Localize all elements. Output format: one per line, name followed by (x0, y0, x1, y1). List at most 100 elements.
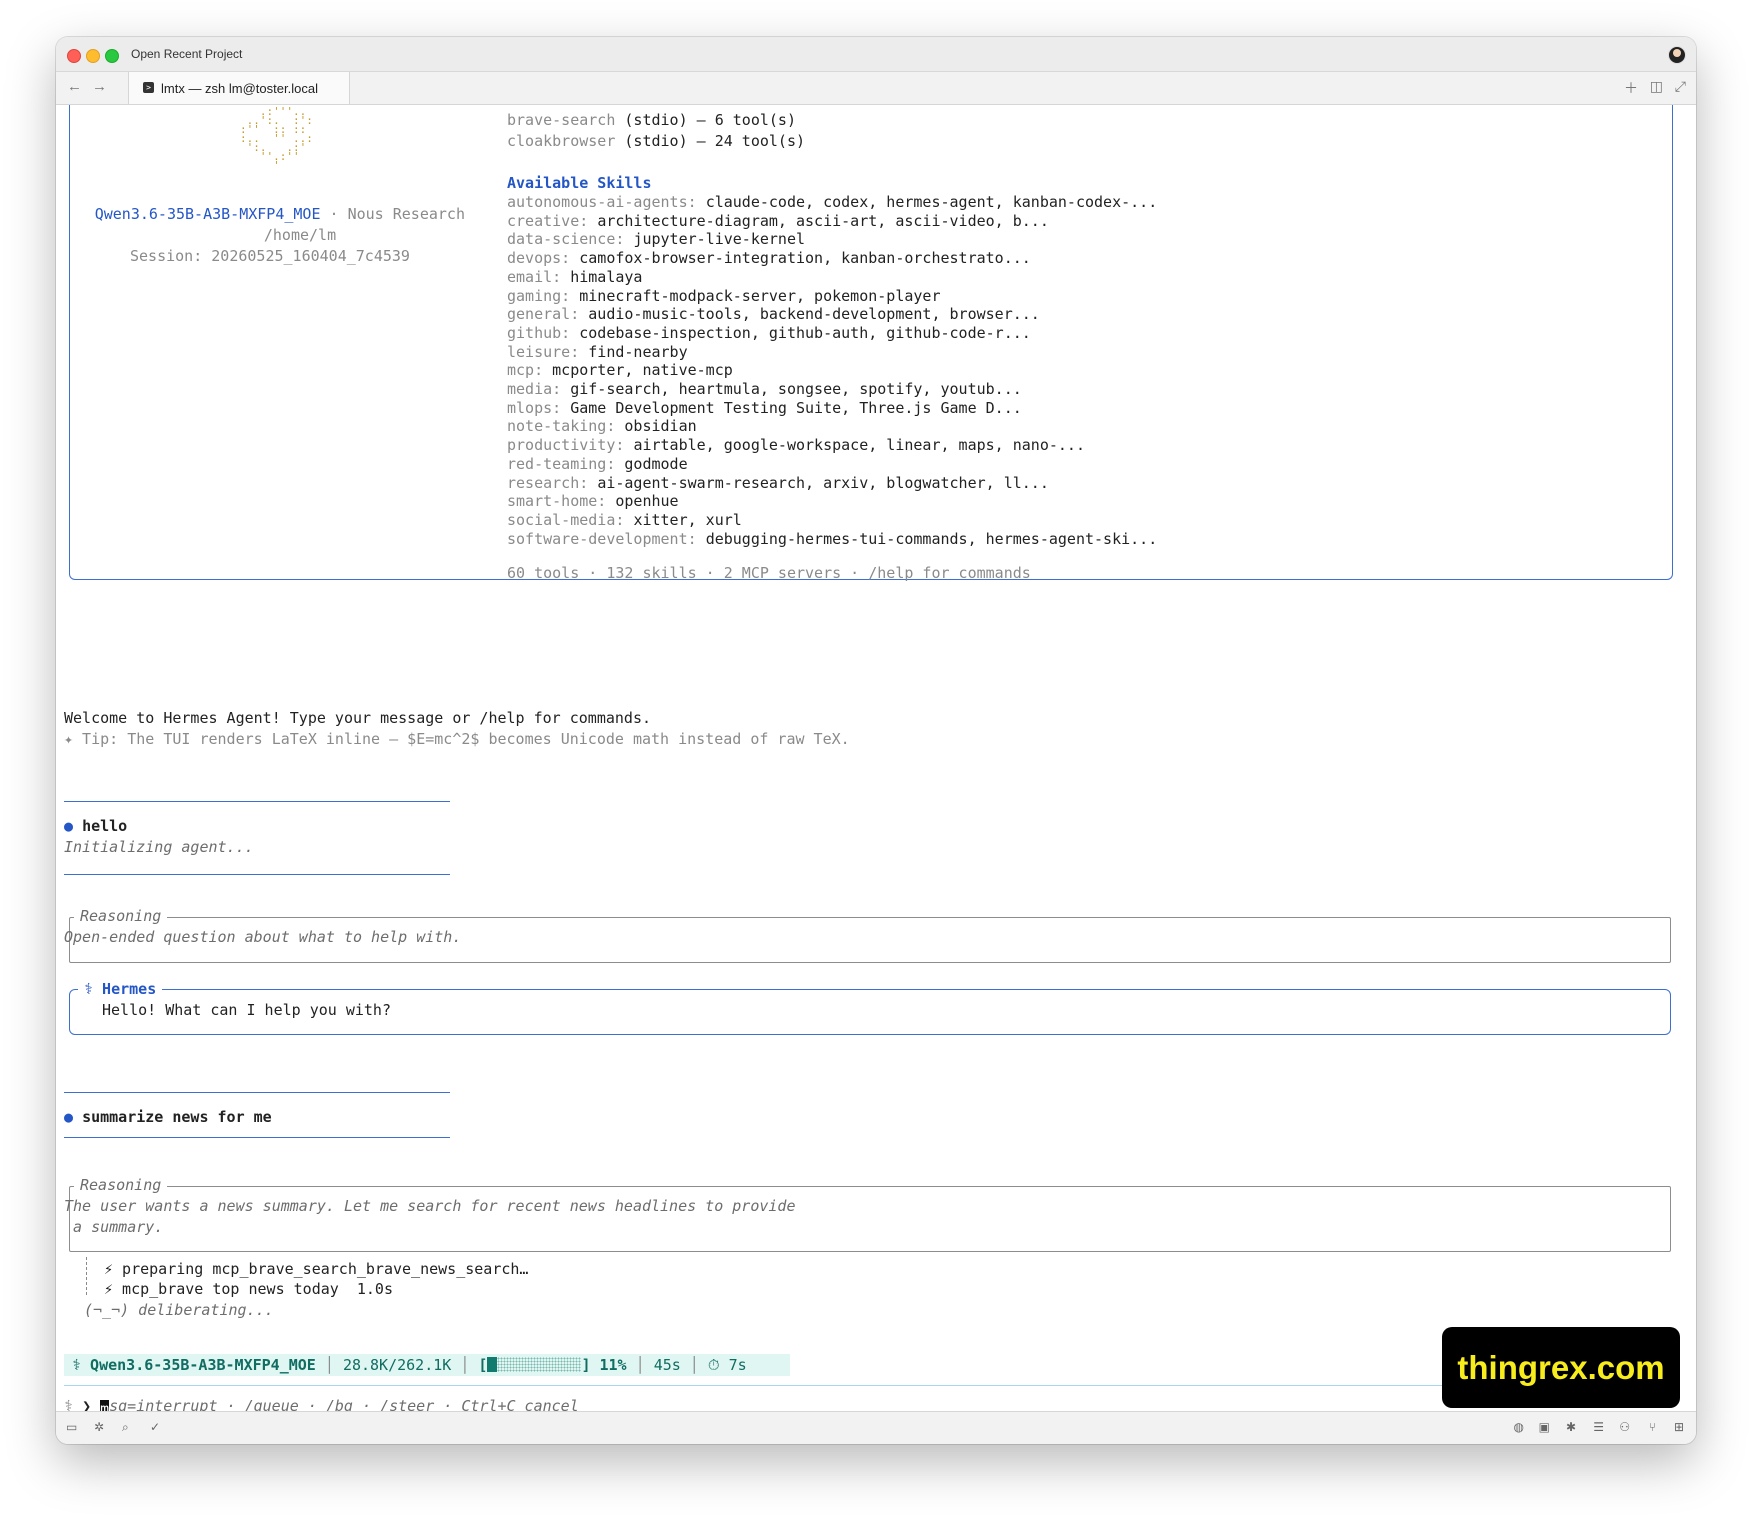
skill-category: leisure: (507, 343, 580, 361)
status-context-percent: 11% (599, 1356, 627, 1374)
skill-items: audio-music-tools, backend-development, … (588, 305, 1040, 323)
skill-items: himalaya (570, 268, 643, 286)
search-icon[interactable]: ⌕ (122, 1420, 129, 1435)
check-icon[interactable]: ✓ (150, 1420, 160, 1434)
skill-items: airtable, google-workspace, linear, maps… (633, 436, 1085, 454)
hermes-reply-text: Hello! What can I help you with? (102, 1001, 391, 1019)
skill-items: claude-code, codex, hermes-agent, kanban… (705, 193, 1158, 211)
skill-category-line: github: codebase-inspection, github-auth… (507, 324, 1031, 342)
skill-category: email: (507, 268, 562, 286)
status-tokens: 28.8K/262.1K (342, 1356, 452, 1374)
git-branch-icon[interactable]: ⑂ (1649, 1420, 1656, 1434)
minimize-window-button[interactable] (86, 49, 100, 63)
skill-category: software-development: (507, 530, 697, 548)
cwd-line: /home/lm (263, 226, 337, 244)
skill-category: note-taking: (507, 417, 616, 435)
hermes-logo-icon: .:'''.. ..':. :': :'' :: :: :.. '' ..: '… (240, 105, 313, 172)
expand-icon[interactable]: ⤢ (1675, 78, 1686, 95)
skill-items: mcporter, native-mcp (552, 361, 733, 379)
watermark-logo: thingrex.com (1442, 1327, 1680, 1408)
panel-layout-icon[interactable]: ⊞ (1674, 1420, 1684, 1434)
session-line: Session: 20260525_160404_7c4539 (130, 247, 410, 265)
skill-category-line: note-taking: obsidian (507, 417, 697, 435)
skill-category-line: leisure: find-nearby (507, 343, 688, 361)
tab-terminal[interactable]: > lmtx — zsh lm@toster.local (128, 72, 350, 104)
reasoning-label: Reasoning (74, 907, 168, 925)
window-title[interactable]: Open Recent Project (131, 47, 242, 61)
skill-category: devops: (507, 249, 571, 267)
skill-category: smart-home: (507, 492, 607, 510)
skill-items: Game Development Testing Suite, Three.js… (570, 399, 1022, 417)
skill-category: research: (507, 474, 589, 492)
skill-items: minecraft-modpack-server, pokemon-player (579, 287, 941, 305)
user-avatar[interactable] (1668, 46, 1686, 64)
model-line: Qwen3.6-35B-A3B-MXFP4_MOE · Nous Researc… (94, 205, 465, 223)
skill-category: general: (507, 305, 580, 323)
skill-items: xitter, xurl (633, 511, 742, 529)
close-window-button[interactable] (67, 49, 81, 63)
welcome-banner: .:'''.. ..':. :': :'' :: :: :.. '' ..: '… (69, 105, 1673, 582)
hermes-label: ⚕ Hermes (78, 980, 163, 998)
skill-items: ai-agent-swarm-research, arxiv, blogwatc… (597, 474, 1049, 492)
tool-tree-line (86, 1257, 87, 1295)
skill-category-line: creative: architecture-diagram, ascii-ar… (507, 212, 1049, 230)
skill-items: jupyter-live-kernel (633, 230, 806, 248)
maximize-window-button[interactable] (105, 49, 119, 63)
terminal-icon: > (143, 82, 154, 93)
skill-category: data-science: (507, 230, 625, 248)
back-arrow-icon[interactable]: ← (67, 78, 82, 95)
skill-category: red-teaming: (507, 455, 616, 473)
status-model: ⚕ Qwen3.6-35B-A3B-MXFP4_MOE (72, 1356, 316, 1374)
skill-items: find-nearby (588, 343, 688, 361)
terminal-output[interactable]: .:'''.. ..':. :': :'' :: :: :.. '' ..: '… (56, 105, 1696, 1428)
welcome-message: Welcome to Hermes Agent! Type your messa… (64, 709, 651, 727)
mcp-server-line: cloakbrowser (stdio) — 24 tool(s) (507, 132, 806, 150)
skill-category: gaming: (507, 287, 571, 305)
status-initializing: Initializing agent... (64, 838, 254, 856)
bottom-toolbar: ▭ ✲ ⌕ ✓ ◍ ▣ ✱ ☰ ⚇ ⑂ ⊞ (56, 1411, 1696, 1444)
tip-line: ✦ Tip: The TUI renders LaTeX inline — $E… (64, 730, 850, 748)
skill-category-line: smart-home: openhue (507, 492, 679, 510)
skill-category-line: productivity: airtable, google-workspace… (507, 436, 1085, 454)
skill-category: social-media: (507, 511, 625, 529)
sparkle-icon[interactable]: ✲ (94, 1420, 104, 1434)
skill-items: obsidian (624, 417, 697, 435)
split-view-icon[interactable]: ◫ (1650, 78, 1663, 95)
skill-items: debugging-hermes-tui-commands, hermes-ag… (705, 530, 1158, 548)
status-elapsed: 45s (653, 1356, 681, 1374)
tool-call-line: ⚡ mcp_brave top news today 1.0s (104, 1280, 393, 1298)
reasoning-text: Open-ended question about what to help w… (64, 928, 462, 946)
skill-category-line: mcp: mcporter, native-mcp (507, 361, 733, 379)
sidebar-toggle-icon[interactable]: ▭ (66, 1420, 77, 1434)
tab-label: lmtx — zsh lm@toster.local (161, 81, 318, 96)
reasoning-text: The user wants a news summary. Let me se… (64, 1197, 796, 1215)
skill-category-line: research: ai-agent-swarm-research, arxiv… (507, 474, 1049, 492)
user-message: ● summarize news for me (64, 1108, 272, 1126)
mcp-server-line: brave-search (stdio) — 6 tool(s) (507, 111, 796, 129)
status-bar-content: ⚕ Qwen3.6-35B-A3B-MXFP4_MOE │ 28.8K/262.… (72, 1356, 747, 1374)
message-divider (64, 874, 450, 875)
skill-category-line: media: gif-search, heartmula, songsee, s… (507, 380, 1022, 398)
terminal-window: Open Recent Project ← → > lmtx — zsh lm@… (56, 37, 1696, 1444)
forward-arrow-icon[interactable]: → (92, 78, 107, 95)
globe-icon[interactable]: ◍ (1514, 1420, 1524, 1434)
skill-category-line: data-science: jupyter-live-kernel (507, 230, 805, 248)
skill-category: media: (507, 380, 562, 398)
skill-items: godmode (624, 455, 688, 473)
reasoning-box (69, 1186, 1671, 1252)
skill-category: mcp: (507, 361, 544, 379)
user-message: ● hello (64, 817, 128, 835)
skill-items: gif-search, heartmula, songsee, spotify,… (570, 380, 1022, 398)
new-tab-icon[interactable]: ＋ (1624, 78, 1638, 98)
skill-items: camofox-browser-integration, kanban-orch… (579, 249, 1031, 267)
outline-icon[interactable]: ☰ (1593, 1420, 1604, 1434)
tab-bar: ← → > lmtx — zsh lm@toster.local ＋ ◫ ⤢ (56, 72, 1696, 105)
skill-category: creative: (507, 212, 589, 230)
message-divider (64, 1137, 450, 1138)
skill-items: openhue (615, 492, 679, 510)
skill-category-line: email: himalaya (507, 268, 642, 286)
terminal-panel-icon[interactable]: ▣ (1539, 1420, 1550, 1434)
debug-icon[interactable]: ✱ (1566, 1420, 1576, 1434)
collaborators-icon[interactable]: ⚇ (1619, 1420, 1630, 1434)
skill-category: mlops: (507, 399, 562, 417)
